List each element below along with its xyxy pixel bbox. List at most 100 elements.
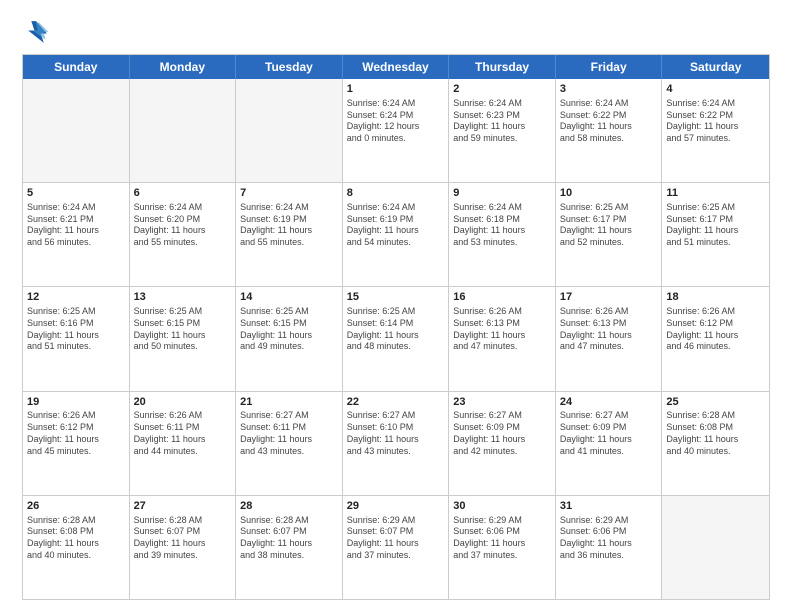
day-info: Sunrise: 6:24 AM Sunset: 6:24 PM Dayligh… <box>347 98 445 145</box>
day-number: 10 <box>560 186 658 201</box>
calendar-cell: 28Sunrise: 6:28 AM Sunset: 6:07 PM Dayli… <box>236 496 343 599</box>
calendar-cell: 3Sunrise: 6:24 AM Sunset: 6:22 PM Daylig… <box>556 79 663 182</box>
calendar-cell: 18Sunrise: 6:26 AM Sunset: 6:12 PM Dayli… <box>662 287 769 390</box>
day-info: Sunrise: 6:28 AM Sunset: 6:08 PM Dayligh… <box>666 410 765 457</box>
calendar-cell: 2Sunrise: 6:24 AM Sunset: 6:23 PM Daylig… <box>449 79 556 182</box>
header-day-thursday: Thursday <box>449 55 556 79</box>
calendar-cell: 22Sunrise: 6:27 AM Sunset: 6:10 PM Dayli… <box>343 392 450 495</box>
day-info: Sunrise: 6:25 AM Sunset: 6:14 PM Dayligh… <box>347 306 445 353</box>
day-number: 19 <box>27 395 125 410</box>
day-info: Sunrise: 6:25 AM Sunset: 6:16 PM Dayligh… <box>27 306 125 353</box>
day-number: 8 <box>347 186 445 201</box>
day-info: Sunrise: 6:25 AM Sunset: 6:15 PM Dayligh… <box>240 306 338 353</box>
day-info: Sunrise: 6:26 AM Sunset: 6:11 PM Dayligh… <box>134 410 232 457</box>
day-info: Sunrise: 6:28 AM Sunset: 6:07 PM Dayligh… <box>240 515 338 562</box>
day-number: 23 <box>453 395 551 410</box>
day-info: Sunrise: 6:26 AM Sunset: 6:13 PM Dayligh… <box>453 306 551 353</box>
calendar-cell: 7Sunrise: 6:24 AM Sunset: 6:19 PM Daylig… <box>236 183 343 286</box>
day-number: 20 <box>134 395 232 410</box>
calendar-cell: 30Sunrise: 6:29 AM Sunset: 6:06 PM Dayli… <box>449 496 556 599</box>
day-info: Sunrise: 6:27 AM Sunset: 6:11 PM Dayligh… <box>240 410 338 457</box>
day-info: Sunrise: 6:24 AM Sunset: 6:21 PM Dayligh… <box>27 202 125 249</box>
calendar-week-5: 26Sunrise: 6:28 AM Sunset: 6:08 PM Dayli… <box>23 496 769 599</box>
day-info: Sunrise: 6:27 AM Sunset: 6:10 PM Dayligh… <box>347 410 445 457</box>
calendar-cell <box>236 79 343 182</box>
header-day-monday: Monday <box>130 55 237 79</box>
day-number: 29 <box>347 499 445 514</box>
calendar-cell: 19Sunrise: 6:26 AM Sunset: 6:12 PM Dayli… <box>23 392 130 495</box>
day-info: Sunrise: 6:29 AM Sunset: 6:06 PM Dayligh… <box>560 515 658 562</box>
day-number: 27 <box>134 499 232 514</box>
day-number: 30 <box>453 499 551 514</box>
day-number: 21 <box>240 395 338 410</box>
calendar-cell: 25Sunrise: 6:28 AM Sunset: 6:08 PM Dayli… <box>662 392 769 495</box>
header-day-sunday: Sunday <box>23 55 130 79</box>
calendar-cell: 4Sunrise: 6:24 AM Sunset: 6:22 PM Daylig… <box>662 79 769 182</box>
day-number: 1 <box>347 82 445 97</box>
day-number: 14 <box>240 290 338 305</box>
logo-icon <box>22 18 50 46</box>
day-info: Sunrise: 6:24 AM Sunset: 6:19 PM Dayligh… <box>347 202 445 249</box>
day-info: Sunrise: 6:29 AM Sunset: 6:07 PM Dayligh… <box>347 515 445 562</box>
calendar-week-4: 19Sunrise: 6:26 AM Sunset: 6:12 PM Dayli… <box>23 392 769 496</box>
day-number: 31 <box>560 499 658 514</box>
calendar-week-1: 1Sunrise: 6:24 AM Sunset: 6:24 PM Daylig… <box>23 79 769 183</box>
calendar-cell: 9Sunrise: 6:24 AM Sunset: 6:18 PM Daylig… <box>449 183 556 286</box>
day-number: 28 <box>240 499 338 514</box>
calendar-cell: 14Sunrise: 6:25 AM Sunset: 6:15 PM Dayli… <box>236 287 343 390</box>
calendar-cell: 31Sunrise: 6:29 AM Sunset: 6:06 PM Dayli… <box>556 496 663 599</box>
calendar-cell: 20Sunrise: 6:26 AM Sunset: 6:11 PM Dayli… <box>130 392 237 495</box>
logo <box>22 18 54 46</box>
day-number: 17 <box>560 290 658 305</box>
calendar-week-3: 12Sunrise: 6:25 AM Sunset: 6:16 PM Dayli… <box>23 287 769 391</box>
day-info: Sunrise: 6:28 AM Sunset: 6:08 PM Dayligh… <box>27 515 125 562</box>
day-number: 6 <box>134 186 232 201</box>
calendar-cell: 15Sunrise: 6:25 AM Sunset: 6:14 PM Dayli… <box>343 287 450 390</box>
header-day-saturday: Saturday <box>662 55 769 79</box>
calendar: SundayMondayTuesdayWednesdayThursdayFrid… <box>22 54 770 600</box>
calendar-cell: 17Sunrise: 6:26 AM Sunset: 6:13 PM Dayli… <box>556 287 663 390</box>
day-number: 26 <box>27 499 125 514</box>
day-number: 9 <box>453 186 551 201</box>
calendar-cell: 5Sunrise: 6:24 AM Sunset: 6:21 PM Daylig… <box>23 183 130 286</box>
day-info: Sunrise: 6:25 AM Sunset: 6:15 PM Dayligh… <box>134 306 232 353</box>
calendar-body: 1Sunrise: 6:24 AM Sunset: 6:24 PM Daylig… <box>23 79 769 599</box>
day-info: Sunrise: 6:25 AM Sunset: 6:17 PM Dayligh… <box>666 202 765 249</box>
header <box>22 18 770 46</box>
calendar-cell: 21Sunrise: 6:27 AM Sunset: 6:11 PM Dayli… <box>236 392 343 495</box>
day-number: 4 <box>666 82 765 97</box>
calendar-cell: 27Sunrise: 6:28 AM Sunset: 6:07 PM Dayli… <box>130 496 237 599</box>
calendar-cell: 16Sunrise: 6:26 AM Sunset: 6:13 PM Dayli… <box>449 287 556 390</box>
day-info: Sunrise: 6:24 AM Sunset: 6:23 PM Dayligh… <box>453 98 551 145</box>
calendar-cell: 13Sunrise: 6:25 AM Sunset: 6:15 PM Dayli… <box>130 287 237 390</box>
day-number: 18 <box>666 290 765 305</box>
day-info: Sunrise: 6:24 AM Sunset: 6:22 PM Dayligh… <box>560 98 658 145</box>
day-info: Sunrise: 6:24 AM Sunset: 6:18 PM Dayligh… <box>453 202 551 249</box>
header-day-wednesday: Wednesday <box>343 55 450 79</box>
day-number: 16 <box>453 290 551 305</box>
day-number: 25 <box>666 395 765 410</box>
day-number: 5 <box>27 186 125 201</box>
day-info: Sunrise: 6:29 AM Sunset: 6:06 PM Dayligh… <box>453 515 551 562</box>
day-info: Sunrise: 6:27 AM Sunset: 6:09 PM Dayligh… <box>453 410 551 457</box>
day-number: 11 <box>666 186 765 201</box>
header-day-friday: Friday <box>556 55 663 79</box>
calendar-cell: 24Sunrise: 6:27 AM Sunset: 6:09 PM Dayli… <box>556 392 663 495</box>
page: SundayMondayTuesdayWednesdayThursdayFrid… <box>0 0 792 612</box>
calendar-week-2: 5Sunrise: 6:24 AM Sunset: 6:21 PM Daylig… <box>23 183 769 287</box>
calendar-cell: 1Sunrise: 6:24 AM Sunset: 6:24 PM Daylig… <box>343 79 450 182</box>
calendar-cell: 26Sunrise: 6:28 AM Sunset: 6:08 PM Dayli… <box>23 496 130 599</box>
calendar-cell: 11Sunrise: 6:25 AM Sunset: 6:17 PM Dayli… <box>662 183 769 286</box>
day-info: Sunrise: 6:26 AM Sunset: 6:12 PM Dayligh… <box>666 306 765 353</box>
day-info: Sunrise: 6:28 AM Sunset: 6:07 PM Dayligh… <box>134 515 232 562</box>
day-info: Sunrise: 6:24 AM Sunset: 6:20 PM Dayligh… <box>134 202 232 249</box>
day-number: 15 <box>347 290 445 305</box>
calendar-cell <box>23 79 130 182</box>
day-info: Sunrise: 6:26 AM Sunset: 6:13 PM Dayligh… <box>560 306 658 353</box>
header-day-tuesday: Tuesday <box>236 55 343 79</box>
calendar-cell: 6Sunrise: 6:24 AM Sunset: 6:20 PM Daylig… <box>130 183 237 286</box>
calendar-cell: 23Sunrise: 6:27 AM Sunset: 6:09 PM Dayli… <box>449 392 556 495</box>
calendar-cell <box>662 496 769 599</box>
day-number: 24 <box>560 395 658 410</box>
day-info: Sunrise: 6:24 AM Sunset: 6:19 PM Dayligh… <box>240 202 338 249</box>
